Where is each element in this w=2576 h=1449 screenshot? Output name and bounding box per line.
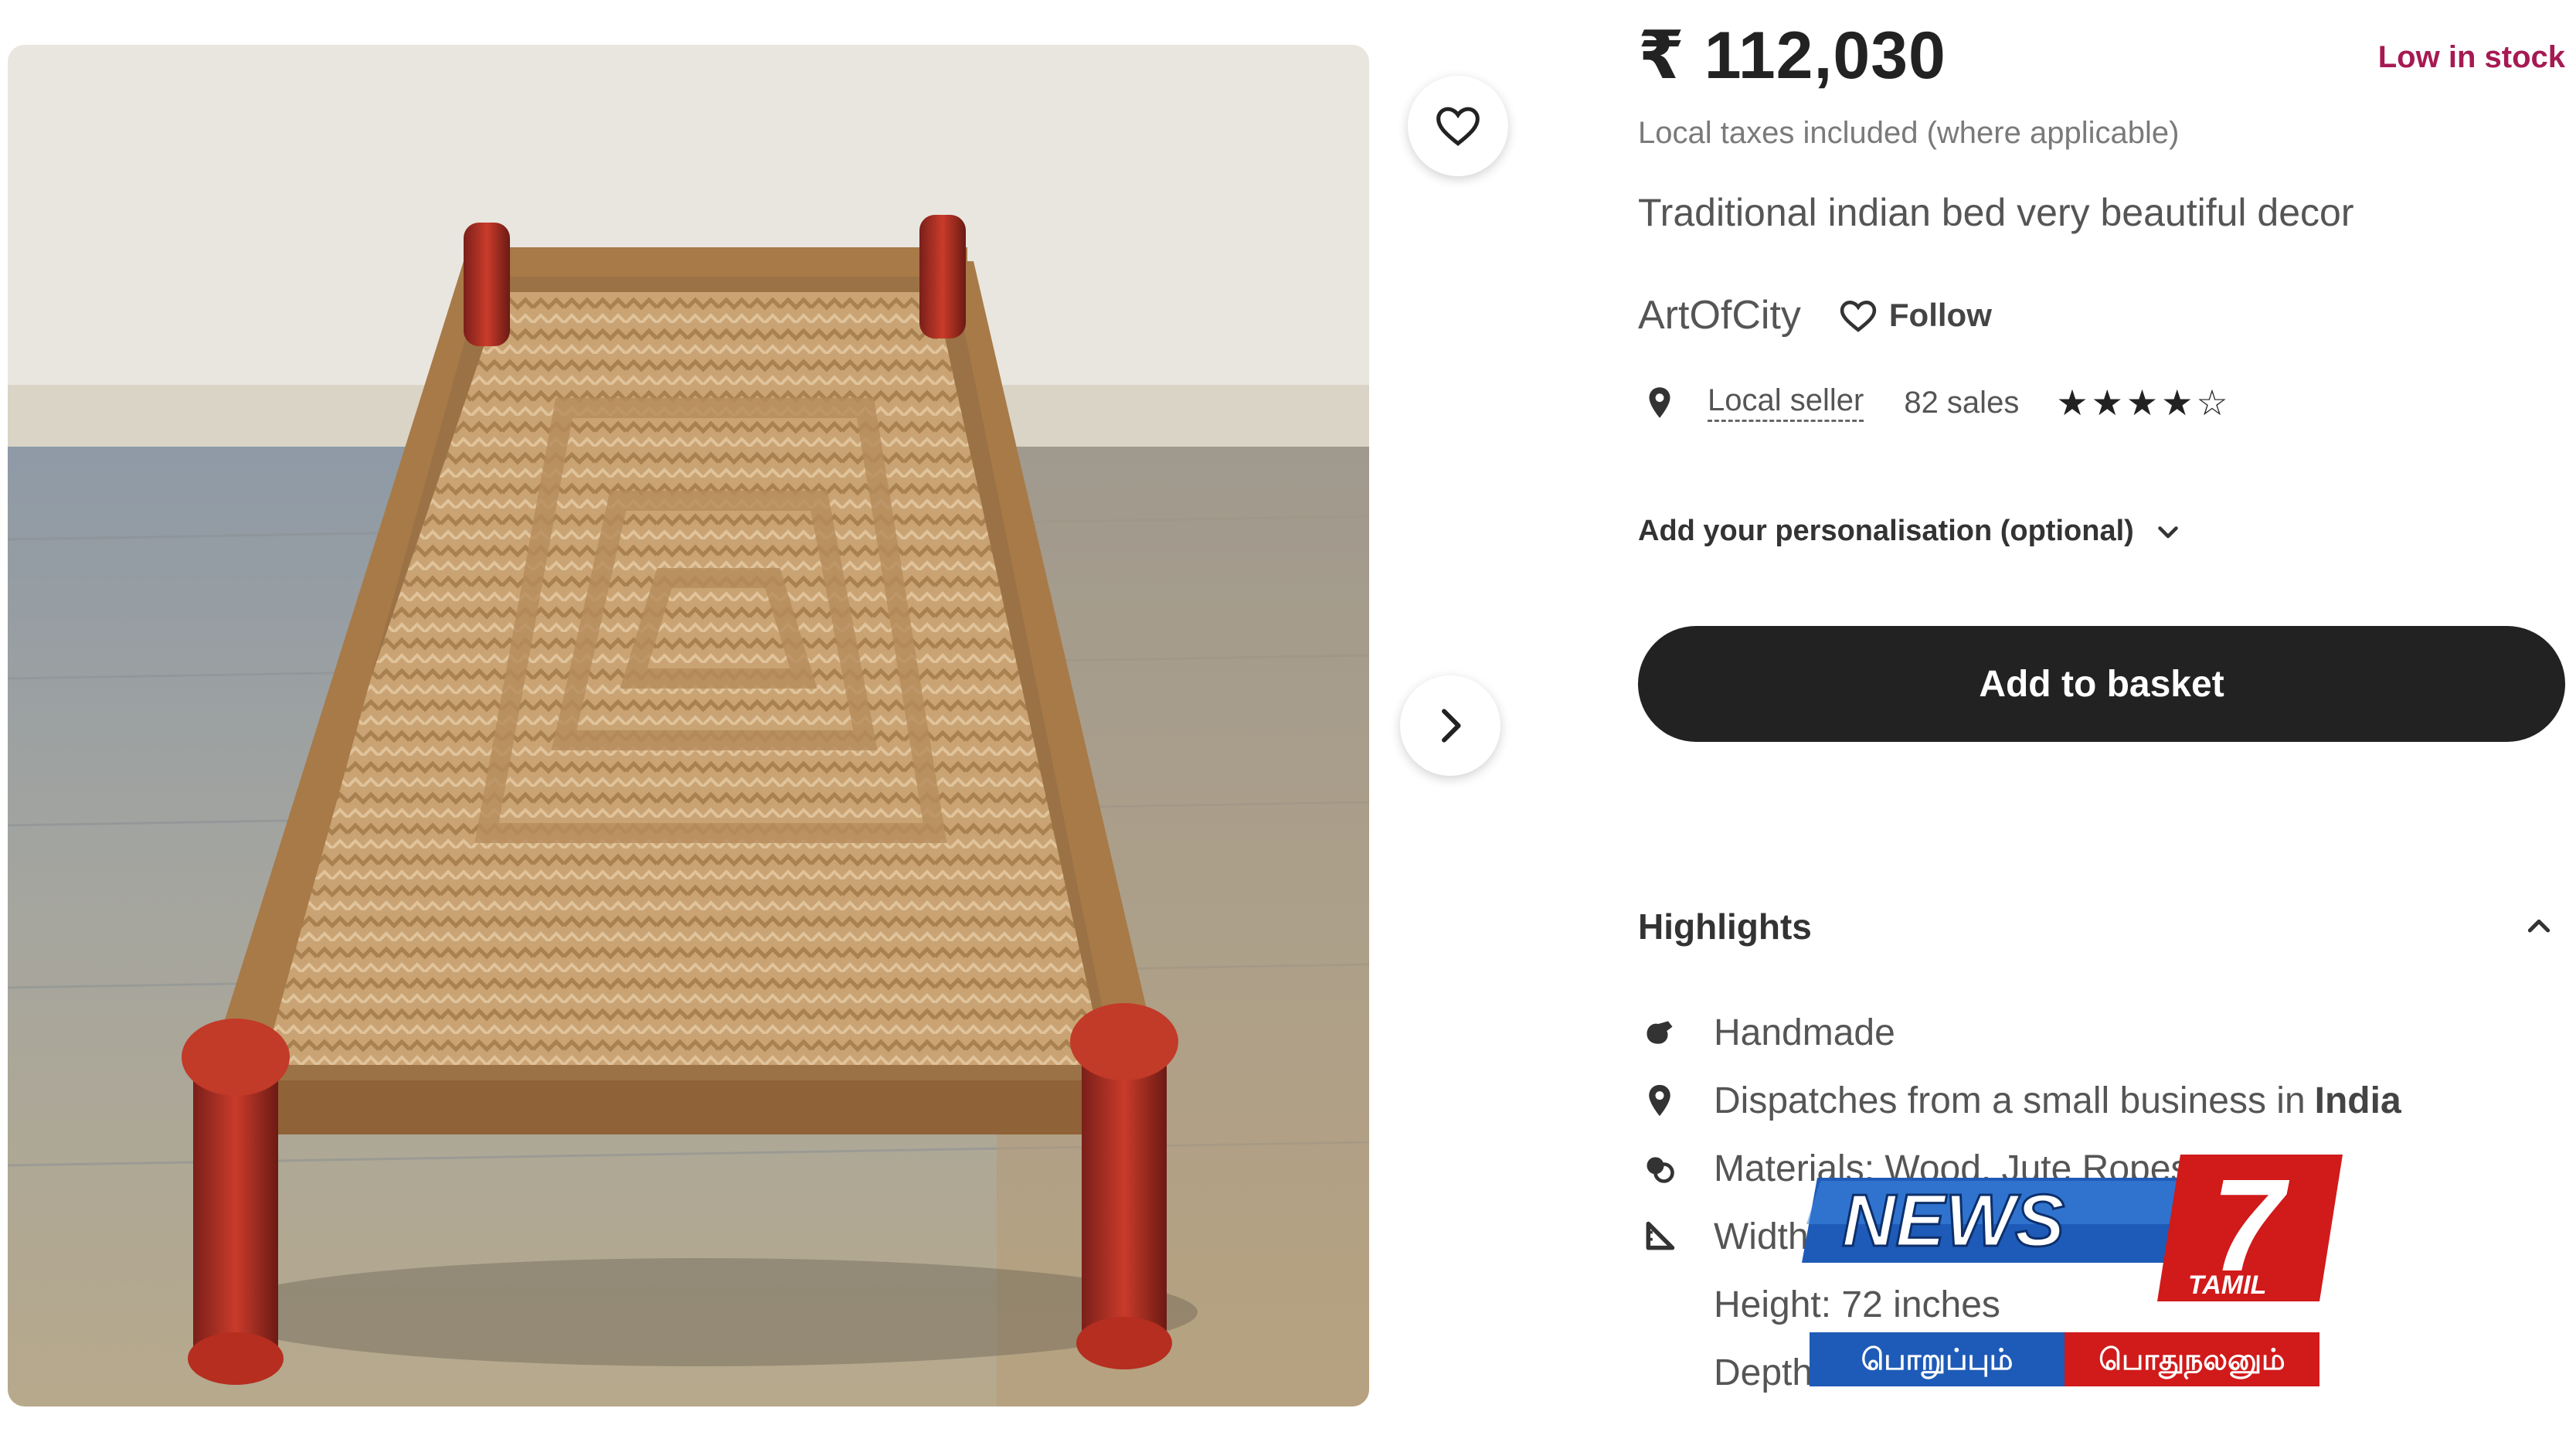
chevron-down-icon [2158, 526, 2178, 538]
seller-meta: Local seller 82 sales ★ ★ ★ ★ ☆ [1646, 382, 2231, 423]
handmade-icon [1643, 1015, 1677, 1049]
star-filled-icon: ★ [2126, 383, 2162, 423]
chevron-up-icon [2527, 919, 2551, 933]
logo-tagline-left: பொறுப்பும் [1861, 1342, 2014, 1379]
location-pin-icon [1649, 387, 1670, 418]
star-filled-icon: ★ [2056, 383, 2092, 423]
news7-logo-graphic: NEWS 7 TAMIL பொறுப்பும் பொதுநலனும் [1802, 1152, 2343, 1386]
personalisation-toggle[interactable]: Add your personalisation (optional) [1638, 515, 2182, 548]
taxes-note: Local taxes included (where applicable) [1638, 116, 2180, 150]
highlight-country: India [2314, 1080, 2401, 1121]
next-image-button[interactable] [1400, 675, 1500, 776]
logo-brand-text: NEWS [1842, 1179, 2065, 1262]
star-filled-icon: ★ [2161, 383, 2197, 423]
chevron-right-icon [1442, 709, 1461, 743]
seller-row: ArtOfCity Follow [1638, 292, 1992, 338]
star-filled-icon: ★ [2091, 383, 2126, 423]
logo-tagline-right: பொதுநலனும் [2099, 1342, 2285, 1380]
highlight-item: Dispatches from a small business in Indi… [1643, 1066, 2401, 1134]
stock-status: Low in stock [2377, 40, 2565, 74]
highlight-item: Handmade [1643, 998, 2401, 1066]
follow-label: Follow [1888, 297, 1992, 333]
news7-tamil-logo: NEWS 7 TAMIL பொறுப்பும் பொதுநலனும் [1802, 1152, 2343, 1394]
heart-icon [1436, 107, 1480, 146]
price: ₹ 112,030 [1638, 19, 1946, 93]
logo-sub-text: TAMIL [2188, 1270, 2266, 1300]
follow-button[interactable]: Follow [1838, 297, 1992, 334]
highlights-title: Highlights [1638, 906, 1812, 947]
product-image[interactable] [8, 45, 1369, 1406]
materials-icon [1643, 1151, 1677, 1185]
location-pin-icon [1643, 1083, 1677, 1117]
personalisation-label: Add your personalisation (optional) [1638, 515, 2134, 547]
star-rating[interactable]: ★ ★ ★ ★ ☆ [2056, 382, 2231, 423]
sales-count: 82 sales [1904, 385, 2020, 420]
ruler-icon [1643, 1219, 1677, 1253]
charpai-bed-illustration [8, 45, 1369, 1406]
highlight-text: Width [1714, 1216, 1809, 1257]
add-to-basket-button[interactable]: Add to basket [1638, 626, 2565, 742]
highlights-toggle[interactable]: Highlights [1638, 906, 2565, 947]
highlight-text: Handmade [1714, 1012, 1895, 1053]
highlight-text: Depth [1714, 1352, 1813, 1393]
highlight-text: Dispatches from a small business in [1714, 1080, 2306, 1121]
product-title: Traditional indian bed very beautiful de… [1638, 191, 2354, 234]
local-seller-link[interactable]: Local seller [1708, 383, 1864, 422]
shop-name-link[interactable]: ArtOfCity [1638, 292, 1801, 338]
heart-outline-icon [1840, 300, 1877, 332]
star-empty-icon: ☆ [2196, 383, 2231, 423]
favorite-button[interactable] [1408, 76, 1508, 176]
